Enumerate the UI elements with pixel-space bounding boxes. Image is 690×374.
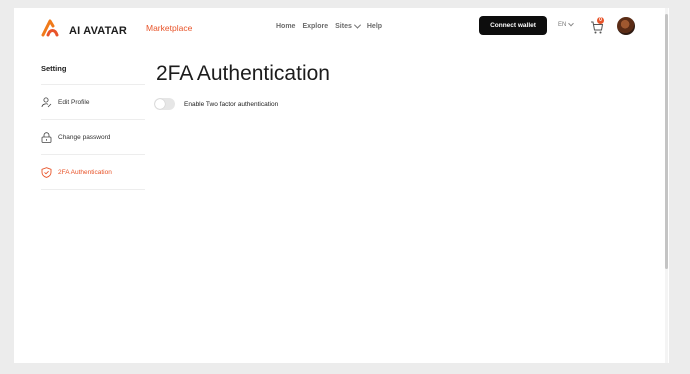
app-window: AI AVATAR Marketplace Home Explore Sites…	[14, 8, 669, 363]
toggle-label: Enable Two factor authentication	[184, 100, 279, 108]
avatar[interactable]	[617, 17, 635, 35]
shield-check-icon	[41, 166, 52, 178]
ai-avatar-logo-icon	[41, 19, 61, 42]
sidebar-item-change-password[interactable]: Change password	[41, 120, 145, 155]
nav-sites[interactable]: Sites	[335, 21, 361, 30]
nav-help[interactable]: Help	[367, 23, 382, 30]
top-navbar: AI AVATAR Marketplace Home Explore Sites…	[14, 8, 669, 46]
two-factor-setting: Enable Two factor authentication	[154, 98, 278, 110]
settings-sidebar: Setting Edit Profile Change password 2FA…	[41, 64, 145, 190]
language-label: EN	[558, 22, 567, 28]
cart-count-badge: 0	[597, 17, 604, 24]
nav-home[interactable]: Home	[276, 23, 295, 30]
sidebar-title: Setting	[41, 64, 145, 85]
toggle-knob	[155, 99, 165, 109]
lock-icon	[41, 131, 52, 143]
logo-text: AI AVATAR	[69, 24, 128, 37]
nav-explore[interactable]: Explore	[302, 23, 328, 30]
page-title: 2FA Authentication	[156, 62, 330, 85]
logo[interactable]: AI AVATAR	[41, 19, 127, 42]
page-scrollbar[interactable]	[665, 8, 668, 363]
chevron-down-icon	[353, 21, 361, 29]
user-edit-icon	[41, 97, 52, 108]
sidebar-item-edit-profile[interactable]: Edit Profile	[41, 85, 145, 120]
connect-wallet-button[interactable]: Connect wallet	[479, 16, 547, 35]
main-nav: Home Explore Sites Help	[276, 21, 389, 30]
scrollbar-thumb[interactable]	[665, 14, 668, 269]
sidebar-item-label: 2FA Authentication	[58, 168, 112, 176]
cart-button[interactable]: 0	[590, 17, 606, 35]
sidebar-item-label: Change password	[58, 133, 111, 141]
two-factor-toggle[interactable]	[154, 98, 175, 110]
nav-marketplace[interactable]: Marketplace	[146, 23, 192, 33]
language-selector[interactable]: EN	[558, 20, 575, 28]
chevron-down-icon	[568, 20, 575, 27]
sidebar-item-label: Edit Profile	[58, 98, 90, 106]
sidebar-item-2fa-authentication[interactable]: 2FA Authentication	[41, 155, 145, 190]
nav-sites-label: Sites	[335, 23, 352, 30]
